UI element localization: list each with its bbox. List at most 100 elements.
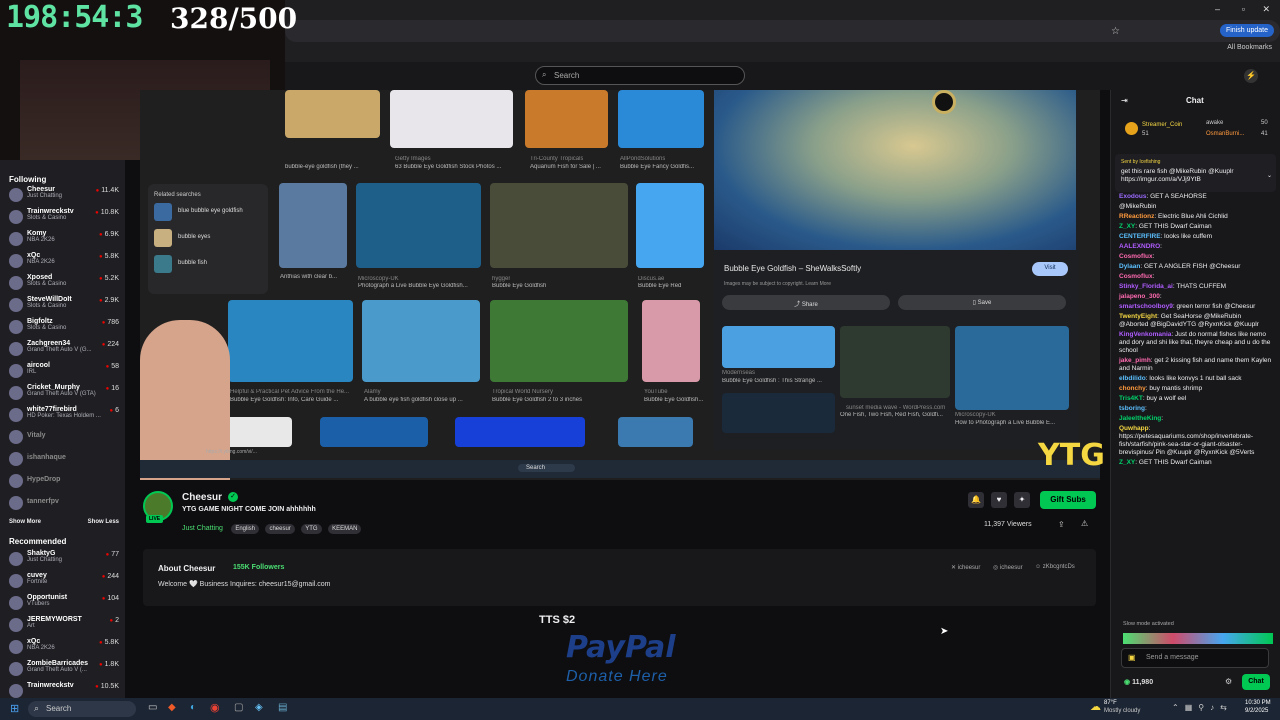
windows-start-icon[interactable]: ⊞ [10,702,19,715]
chat-username[interactable]: jake_pimh [1119,357,1151,364]
notepad-icon[interactable]: ▤ [278,702,287,713]
sidebar-channel[interactable]: JEREMYWORSTArt2 [0,614,125,636]
pinned-message[interactable]: Sent by Icefishing get this rare fish @M… [1115,154,1276,192]
edge-icon[interactable]: ◐ [190,702,196,713]
taskbar-search[interactable]: ⌕ Search [28,701,136,717]
steam-icon[interactable]: ◈ [255,702,263,713]
finish-update-button[interactable]: Finish update [1219,24,1274,37]
tray-icons[interactable]: ⌃▦⚲♪⇆ [1172,703,1233,712]
chat-username[interactable]: Exodous [1119,193,1146,200]
show-more-link[interactable]: Show More [9,519,41,525]
tag[interactable]: YTG [301,524,322,534]
sidebar-channel[interactable]: white77firebird HD Poker: Texas Holdem ..… [0,404,125,426]
chat-username[interactable]: elbdilido [1119,375,1146,382]
tag[interactable]: cheesur [265,524,295,534]
clock-date[interactable]: 9/2/2025 [1245,708,1268,714]
related-item[interactable]: blue bubble eye goldfish [178,208,243,214]
donate-link[interactable]: Donate Here [566,668,668,686]
chat-username[interactable]: Dylaan [1119,263,1140,270]
tag[interactable]: KEEMAN [328,524,362,534]
chat-username[interactable]: Quwhapp [1119,425,1149,432]
chevron-down-icon[interactable]: ⌄ [1267,172,1272,179]
sidebar-channel[interactable]: SteveWillDoItSlots & Casino2.9K [0,294,125,316]
related-item[interactable]: bubble fish [178,260,207,266]
sidebar-channel[interactable]: Trainwreckstv10.5K [0,680,125,698]
sidebar-channel[interactable]: ishanhaque [0,448,125,470]
sidebar-channel[interactable]: Cricket_MurphyGrand Theft Auto V (GTA)16 [0,382,125,404]
sidebar-channel[interactable]: BigfoltzSlots & Casino786 [0,316,125,338]
related-item[interactable]: bubble eyes [178,234,210,240]
sidebar-channel[interactable]: tannerfpv [0,492,125,514]
chat-username[interactable]: jalapeno_300 [1119,293,1160,300]
chat-username[interactable]: JaleeltheKing [1119,415,1161,422]
sidebar-channel[interactable]: KomyNBA 2K266.9K [0,228,125,250]
all-bookmarks[interactable]: All Bookmarks [1227,44,1272,51]
sidebar-channel[interactable]: xQcNBA 2K265.8K [0,250,125,272]
bell-icon[interactable]: 🔔 [968,492,984,508]
chat-input[interactable]: ▣ Send a message [1121,648,1269,668]
sidebar-channel[interactable]: CheesurJust Chatting11.4K [0,184,125,206]
show-less-link[interactable]: Show Less [88,519,119,525]
fish-thumbnail [636,183,704,268]
bookmark-star-icon[interactable]: ☆ [1111,26,1120,37]
sidebar-channel[interactable]: ZombieBarricadesGrand Theft Auto V (...1… [0,658,125,680]
sidebar-channel[interactable]: HypeDrop [0,470,125,492]
sidebar-channel[interactable]: Zachgreen34Grand Theft Auto V (G...224 [0,338,125,360]
share-button[interactable]: ⤴ Share [722,295,890,310]
minimize-icon[interactable]: – [1215,4,1220,14]
chat-username[interactable]: TwentyEight [1119,313,1157,320]
emote-row[interactable] [1123,633,1273,644]
caption: YouTube [644,389,668,395]
sidebar-channel[interactable]: XposedSlots & Casino5.2K [0,272,125,294]
channel-name[interactable]: Cheesur [182,492,222,503]
address-bar[interactable] [285,20,1280,42]
chat-send-button[interactable]: Chat [1242,674,1270,690]
chat-username[interactable]: Stinky_Florida_ai [1119,283,1173,290]
chat-username[interactable]: Cosmoflux [1119,273,1153,280]
hype-icon[interactable]: ✦ [1014,492,1030,508]
chrome-icon[interactable]: ◉ [210,701,220,714]
bits-icon[interactable]: ⚡ [1244,69,1258,83]
category-link[interactable]: Just Chatting [182,525,223,532]
channel-points[interactable]: ◉ 11,980 [1124,678,1153,686]
social-x[interactable]: ✕ icheesur [951,564,980,571]
maximize-icon[interactable]: ▫ [1242,4,1245,14]
collapse-icon[interactable]: ⇥ [1121,96,1128,105]
heart-icon[interactable]: ♥ [991,492,1007,508]
sidebar-channel[interactable]: aircoolIRL58 [0,360,125,382]
clock-time[interactable]: 10:30 PM [1245,700,1271,706]
chat-username[interactable]: CENTERFIRE [1119,233,1161,240]
task-view-icon[interactable]: ▭ [148,702,157,713]
chat-username[interactable]: KingVenkomania [1119,331,1171,338]
visit-button[interactable]: Visit [1032,262,1068,276]
settings-icon[interactable]: ⚙ [1225,677,1232,686]
social-instagram[interactable]: ◎ icheesur [993,564,1023,571]
chat-username[interactable]: Cosmoflux [1119,253,1153,260]
app-icon[interactable]: ▢ [234,702,243,713]
chat-username[interactable]: tsboring [1119,405,1145,412]
sidebar-channel[interactable]: xQcNBA 2K265.8K [0,636,125,658]
chat-username[interactable]: smartschoolboy9 [1119,303,1173,310]
caption: How to Photograph a Live Bubble E... [955,420,1056,426]
sidebar-channel[interactable]: OpportunistVTubers104 [0,592,125,614]
chat-username[interactable]: RReactionz [1119,213,1154,220]
sidebar-channel[interactable]: cuveyFortnite244 [0,570,125,592]
chat-username[interactable]: chonchy [1119,385,1146,392]
close-icon[interactable]: ✕ [1262,4,1270,15]
report-icon[interactable]: ⚠ [1081,519,1088,528]
brave-icon[interactable]: ◆ [168,702,176,713]
sidebar-channel[interactable]: Vitaly [0,426,125,448]
sidebar-channel[interactable]: TrainwreckstvSlots & Casino10.8K [0,206,125,228]
social-discord[interactable]: ☺ zKbcgntcDs [1035,564,1075,570]
gift-subs-button[interactable]: Gift Subs [1040,491,1096,509]
chat-username[interactable]: Tris4KT [1119,395,1143,402]
sidebar-channel[interactable]: ShaktyGJust Chatting77 [0,548,125,570]
save-button[interactable]: ▯ Save [898,295,1066,310]
chat-username[interactable]: AALEXNDRO [1119,243,1160,250]
tag[interactable]: English [231,524,259,534]
paypal-logo[interactable]: PayPal [566,630,676,665]
chat-username[interactable]: Z_XY [1119,223,1135,230]
chat-username[interactable]: Z_XY [1119,459,1135,466]
search-input[interactable]: ⌕ Search [535,66,745,85]
share-icon[interactable]: ⇪ [1058,520,1065,529]
